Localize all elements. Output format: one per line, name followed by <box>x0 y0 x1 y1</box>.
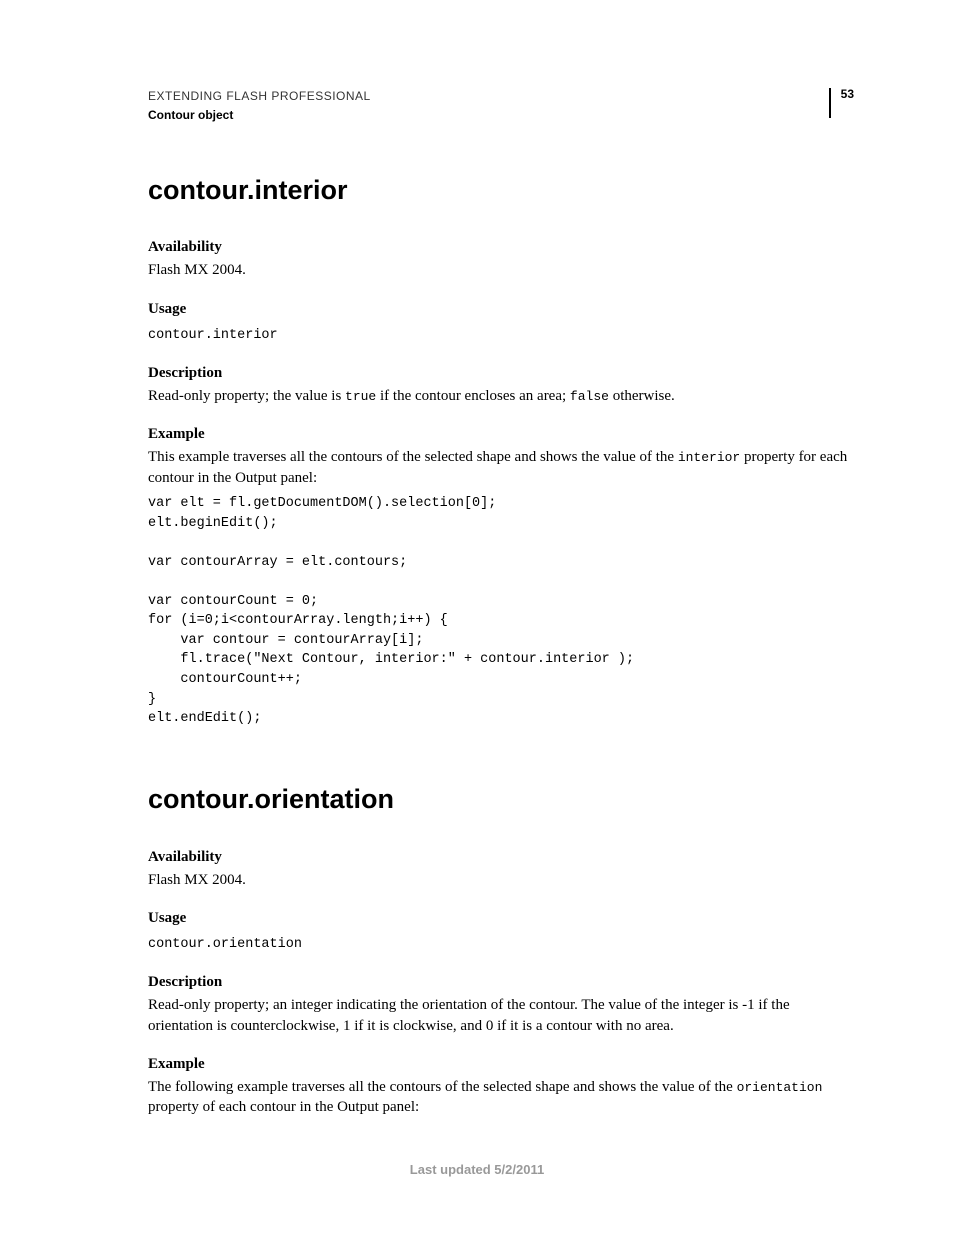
availability-text: Flash MX 2004. <box>148 260 854 280</box>
desc-code: false <box>570 389 609 404</box>
description-label: Description <box>148 972 854 993</box>
availability-label: Availability <box>148 237 854 258</box>
availability-label: Availability <box>148 847 854 868</box>
page-number-wrap: 53 <box>829 88 854 118</box>
example-label: Example <box>148 424 854 445</box>
description-text: Read-only property; the value is true if… <box>148 386 854 406</box>
page-header: EXTENDING FLASH PROFESSIONAL Contour obj… <box>148 88 854 124</box>
ex-part: property of each contour in the Output p… <box>148 1099 419 1115</box>
footer-last-updated: Last updated 5/2/2011 <box>0 1161 954 1179</box>
ex-part: This example traverses all the contours … <box>148 449 678 465</box>
desc-part: if the contour encloses an area; <box>376 388 570 404</box>
ex-code: orientation <box>737 1080 823 1095</box>
example-intro: The following example traverses all the … <box>148 1077 854 1118</box>
desc-code: true <box>345 389 376 404</box>
doc-section: Contour object <box>148 107 371 124</box>
description-label: Description <box>148 363 854 384</box>
availability-text: Flash MX 2004. <box>148 870 854 890</box>
page-number: 53 <box>841 88 854 100</box>
section-title-interior: contour.interior <box>148 172 854 210</box>
usage-code: contour.orientation <box>148 935 854 955</box>
doc-title: EXTENDING FLASH PROFESSIONAL <box>148 88 371 105</box>
page: EXTENDING FLASH PROFESSIONAL Contour obj… <box>0 0 954 1235</box>
desc-part: otherwise. <box>609 388 675 404</box>
ex-code: interior <box>678 450 740 465</box>
example-code-block: var elt = fl.getDocumentDOM().selection[… <box>148 494 854 729</box>
example-intro: This example traverses all the contours … <box>148 447 854 488</box>
header-left: EXTENDING FLASH PROFESSIONAL Contour obj… <box>148 88 371 124</box>
usage-code: contour.interior <box>148 326 854 346</box>
ex-part: The following example traverses all the … <box>148 1079 737 1095</box>
usage-label: Usage <box>148 299 854 320</box>
description-text: Read-only property; an integer indicatin… <box>148 995 854 1036</box>
example-label: Example <box>148 1054 854 1075</box>
section-title-orientation: contour.orientation <box>148 781 854 819</box>
desc-part: Read-only property; the value is <box>148 388 345 404</box>
usage-label: Usage <box>148 908 854 929</box>
